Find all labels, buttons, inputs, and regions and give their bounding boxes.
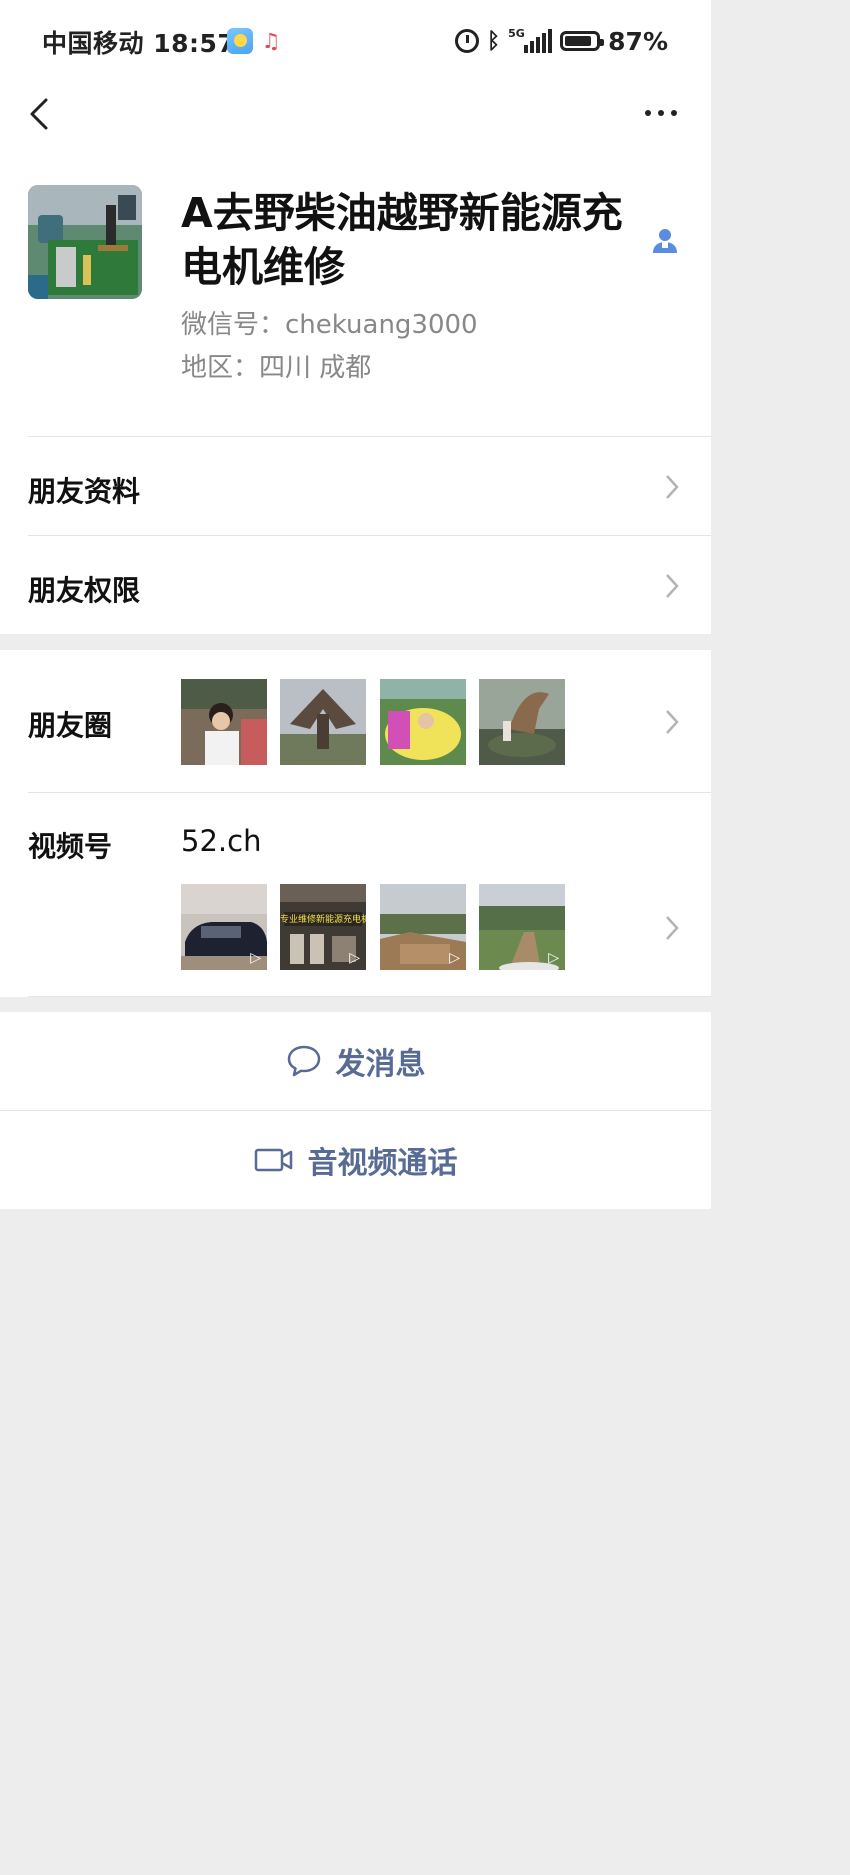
- video-camera-icon: [254, 1148, 292, 1172]
- channels-video-thumb[interactable]: ▷: [380, 884, 466, 970]
- battery-icon: [560, 31, 605, 51]
- channels-video-thumb[interactable]: ▷: [181, 884, 267, 970]
- back-icon[interactable]: [20, 92, 64, 136]
- chevron-right-icon[interactable]: [663, 708, 681, 736]
- person-icon: [653, 229, 677, 253]
- av-call-label: 音视频通话: [307, 1146, 458, 1181]
- moments-label[interactable]: 朋友圈: [28, 704, 112, 744]
- carrier-time: 中国移动 18:57: [42, 29, 236, 58]
- chevron-right-icon[interactable]: [663, 572, 681, 600]
- moments-thumb[interactable]: [181, 679, 267, 765]
- moments-thumb[interactable]: [479, 679, 565, 765]
- av-call-button[interactable]: 音视频通话: [0, 1111, 711, 1209]
- signal-icon: 5G: [508, 27, 553, 53]
- alarm-icon: [454, 29, 479, 53]
- wechat-id: 微信号：chekuang3000: [181, 310, 478, 340]
- friend-info-row[interactable]: 朋友资料: [28, 470, 140, 510]
- moments-thumb[interactable]: [380, 679, 466, 765]
- channels-label[interactable]: 视频号: [28, 825, 112, 865]
- weather-app-icon: [227, 28, 253, 54]
- network-type: 5G: [508, 27, 525, 40]
- send-message-button[interactable]: 发消息: [0, 1012, 711, 1110]
- status-indicators: ᛒ 5G 87%: [454, 26, 668, 56]
- channels-name[interactable]: 52.ch: [181, 824, 261, 858]
- avatar[interactable]: [28, 185, 142, 299]
- moments-thumb[interactable]: [280, 679, 366, 765]
- status-bar: 中国移动 18:57 ♫ ᛒ 5G 87%: [0, 0, 711, 82]
- bluetooth-icon: ᛒ: [486, 28, 501, 54]
- chevron-right-icon[interactable]: [663, 914, 681, 942]
- send-message-label: 发消息: [335, 1047, 426, 1082]
- chevron-right-icon[interactable]: [663, 473, 681, 501]
- more-icon[interactable]: [640, 98, 684, 128]
- chat-bubble-icon: [287, 1045, 320, 1077]
- channels-video-thumb[interactable]: ▷: [479, 884, 565, 970]
- battery-percent: 87%: [608, 26, 668, 56]
- channels-video-thumb[interactable]: 专业维修新能源充电机 ▷: [280, 884, 366, 970]
- friend-permissions-row[interactable]: 朋友权限: [28, 569, 140, 609]
- profile-name: A去野柴油越野新能源充电机维修: [181, 189, 623, 291]
- video-thumb-caption: 专业维修新能源充电机: [280, 915, 366, 925]
- region: 地区：四川 成都: [181, 353, 372, 383]
- music-app-icon: ♫: [258, 28, 284, 54]
